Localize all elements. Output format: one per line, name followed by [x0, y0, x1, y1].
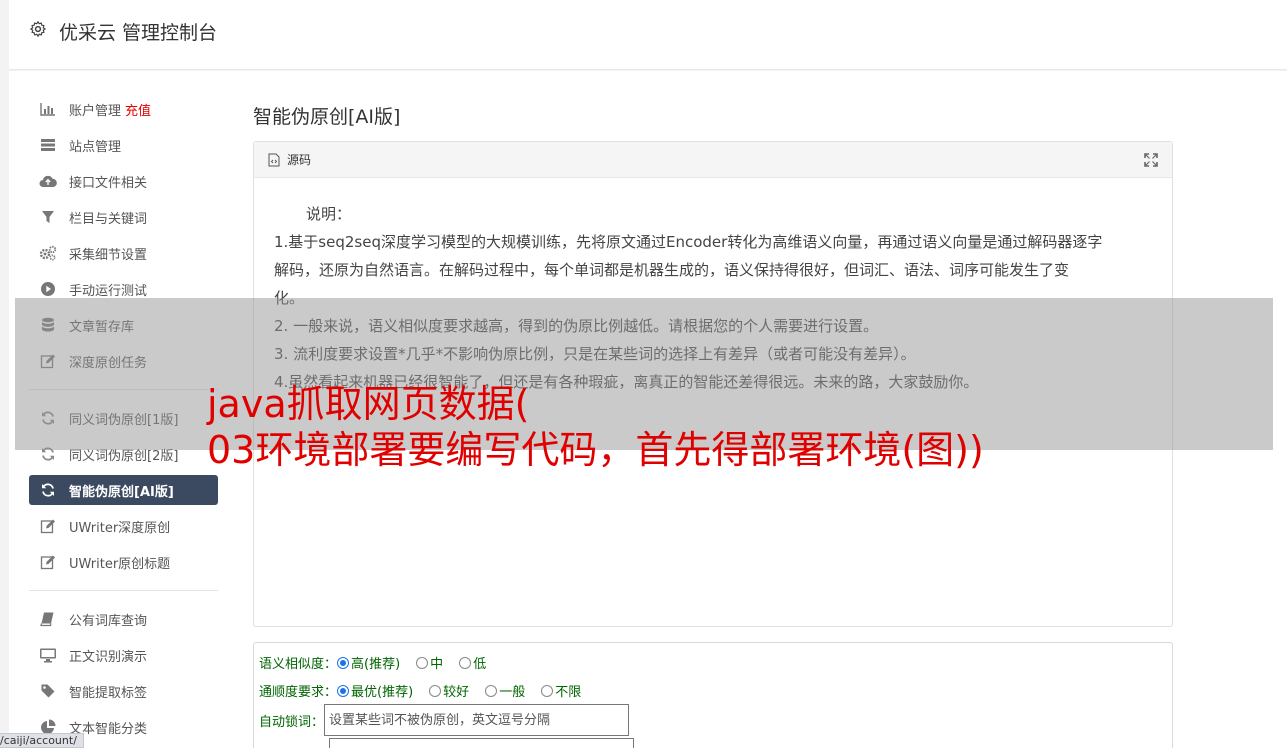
sidebar-item-label: 正文识别演示: [69, 649, 148, 665]
radio-button[interactable]: [416, 656, 429, 669]
refresh-icon: [39, 482, 57, 498]
headline-line: 03环境部署要编写代码，首先得部署环境(图)): [207, 428, 984, 472]
cloud-upload-icon: [39, 173, 57, 189]
editor-line: 解码，还原为自然语言。在解码过程中，每个单词都是机器生成的，语义保持得很好，但词…: [274, 261, 1070, 279]
option-label: 不限: [555, 685, 582, 700]
radio-button[interactable]: [485, 684, 498, 697]
book-icon: [39, 611, 57, 627]
radio-button[interactable]: [541, 684, 554, 697]
recharge-link[interactable]: 充值: [125, 100, 151, 119]
sidebar-item-collect-settings[interactable]: 采集细节设置: [29, 235, 218, 271]
source-code-icon: [268, 153, 280, 166]
option-label: 最优(推荐): [351, 685, 414, 700]
sidebar-item-label: UWriter原创标题: [69, 556, 171, 572]
sidebar-item-label: UWriter深度原创: [69, 520, 171, 536]
fluency-label: 通顺度要求：: [259, 685, 338, 700]
editor-toolbar: 源码: [254, 142, 1172, 178]
sidebar-item-label: 栏目与关键词: [69, 211, 148, 227]
sidebar-item-label: 接口文件相关: [69, 175, 148, 191]
sidebar-item-label: 站点管理: [69, 139, 122, 155]
server-icon: [39, 137, 57, 153]
sidebar-item-public-lexicon[interactable]: 公有词库查询: [29, 601, 218, 637]
edit-icon: [39, 518, 57, 534]
sidebar-item-columns-keywords[interactable]: 栏目与关键词: [29, 199, 218, 235]
sidebar-item-interface-files[interactable]: 接口文件相关: [29, 163, 218, 199]
option-label: 一般: [499, 685, 526, 700]
sidebar-divider: [29, 590, 218, 591]
similarity-row: 语义相似度： 高(推荐) 中 低: [259, 653, 502, 672]
app-title: 优采云 管理控制台: [59, 22, 218, 44]
lock-words-label: 自动锁词：: [259, 714, 325, 730]
desktop-icon: [39, 647, 57, 663]
editor-line: 1.基于seq2seq深度学习模型的大规模训练，先将原文通过Encoder转化为…: [274, 233, 1103, 251]
tag-icon: [39, 683, 57, 699]
sidebar-item-tag-extraction[interactable]: 智能提取标签: [29, 673, 218, 709]
radio-button[interactable]: [337, 656, 350, 669]
sidebar-item-label: 手动运行测试: [69, 283, 148, 299]
fluency-option-best[interactable]: 最优(推荐): [337, 681, 413, 700]
sidebar-item-label: 账户管理: [69, 103, 122, 119]
fullscreen-icon[interactable]: [1144, 153, 1158, 167]
fluency-option-good[interactable]: 较好: [429, 681, 469, 700]
sidebar-item-text-recognition[interactable]: 正文识别演示: [29, 637, 218, 673]
next-input-field[interactable]: [329, 738, 634, 748]
lock-words-row: 自动锁词：: [259, 704, 630, 736]
lock-words-input[interactable]: [324, 704, 630, 736]
option-label: 较好: [443, 685, 470, 700]
filter-icon: [39, 209, 57, 225]
similarity-option-medium[interactable]: 中: [416, 653, 443, 672]
play-circle-icon: [39, 281, 57, 297]
radio-button[interactable]: [459, 656, 472, 669]
status-bar-url: /caiji/account/: [0, 733, 84, 748]
radio-button[interactable]: [337, 684, 350, 697]
sidebar-item-ai-rewrite[interactable]: 智能伪原创[AI版]: [29, 475, 218, 505]
article-headline: java抓取网页数据( 03环境部署要编写代码，首先得部署环境(图)): [207, 381, 1207, 473]
sidebar-item-label: 公有词库查询: [69, 613, 148, 629]
edit-icon: [39, 554, 57, 570]
gear-icon: [29, 20, 47, 38]
sidebar-item-label: 智能提取标签: [69, 685, 148, 701]
source-button[interactable]: 源码: [287, 151, 311, 168]
similarity-option-high[interactable]: 高(推荐): [337, 653, 400, 672]
sidebar-item-uwriter-deep[interactable]: UWriter深度原创: [29, 508, 218, 544]
headline-line: java抓取网页数据(: [207, 382, 530, 426]
rewrite-options-form: 语义相似度： 高(推荐) 中 低 通顺度要求： 最优(推荐) 较好 一般 不限 …: [253, 642, 1173, 748]
option-label: 高(推荐): [351, 657, 401, 672]
option-label: 低: [473, 657, 487, 672]
app-header: 优采云 管理控制台: [9, 0, 1287, 70]
fluency-option-normal[interactable]: 一般: [485, 681, 525, 700]
sidebar-item-account[interactable]: 账户管理 充值: [29, 91, 218, 127]
fluency-option-unlimited[interactable]: 不限: [541, 681, 581, 700]
sidebar-item-label: 智能伪原创[AI版]: [69, 484, 174, 500]
cogs-icon: [39, 245, 57, 261]
sidebar-item-sites[interactable]: 站点管理: [29, 127, 218, 163]
similarity-label: 语义相似度：: [259, 657, 338, 672]
radio-button[interactable]: [429, 684, 442, 697]
option-label: 中: [430, 657, 444, 672]
bar-chart-icon: [39, 101, 57, 117]
fluency-row: 通顺度要求： 最优(推荐) 较好 一般 不限: [259, 681, 597, 700]
editor-line: 说明：: [306, 205, 352, 223]
sidebar-item-uwriter-title[interactable]: UWriter原创标题: [29, 544, 218, 580]
similarity-option-low[interactable]: 低: [459, 653, 486, 672]
page-title: 智能伪原创[AI版]: [253, 106, 401, 128]
sidebar-item-label: 采集细节设置: [69, 247, 148, 263]
